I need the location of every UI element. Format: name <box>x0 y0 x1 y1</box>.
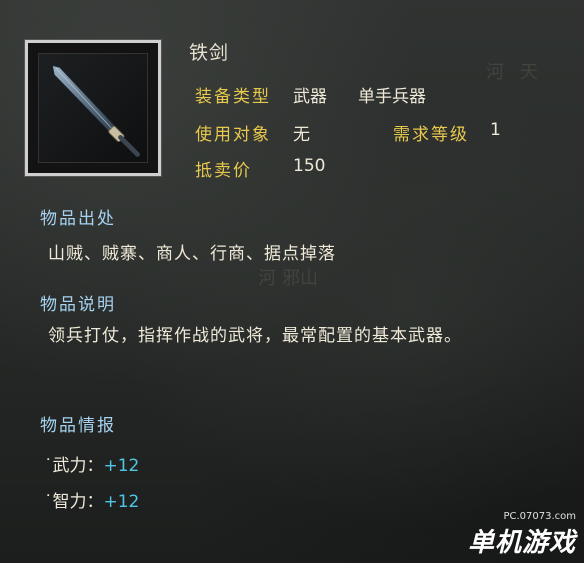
iron-sword-icon <box>51 64 140 157</box>
source-text: 山贼、贼寨、商人、行商、据点掉落 <box>48 244 336 264</box>
target-value-wrap: 无 <box>293 120 310 145</box>
equip-type-row: 装备类型 <box>195 82 271 107</box>
description-heading: 物品说明 <box>40 295 116 315</box>
level-value: 1 <box>490 120 501 140</box>
level-row: 需求等级 <box>393 120 469 145</box>
item-name: 铁剑 <box>189 42 230 64</box>
level-label: 需求等级 <box>393 125 469 145</box>
target-value: 无 <box>293 125 310 145</box>
stat-row-force: ˙武力：+12 <box>44 451 139 476</box>
equip-type-label: 装备类型 <box>195 87 271 107</box>
source-heading: 物品出处 <box>40 209 116 229</box>
price-value: 150 <box>293 156 326 176</box>
stat-name: ˙智力： <box>44 492 104 512</box>
target-label: 使用对象 <box>195 125 271 145</box>
watermark-url: PC.07073.com <box>503 511 576 522</box>
map-place-mark: 河 <box>258 268 276 289</box>
map-place-mark: 邪山 <box>282 268 318 289</box>
map-place-mark: 河 <box>486 62 504 83</box>
price-label: 抵卖价 <box>195 161 252 181</box>
stat-value: +12 <box>103 492 140 512</box>
map-place-mark: 天 <box>520 62 538 83</box>
price-value-wrap: 150 <box>293 156 325 176</box>
level-value-wrap: 1 <box>490 120 501 140</box>
watermark-name: 单机游戏 <box>467 528 576 558</box>
item-icon-slot <box>38 53 148 163</box>
equip-type-value-sub: 单手兵器 <box>358 87 426 107</box>
equip-type-value-main: 武器 <box>293 87 327 107</box>
equip-type-value: 武器 <box>293 82 327 107</box>
info-heading: 物品情报 <box>40 416 116 436</box>
equip-subtype-value: 单手兵器 <box>358 82 426 107</box>
item-icon-frame <box>25 40 161 176</box>
description-text: 领兵打仗，指挥作战的武将，最常配置的基本武器。 <box>48 326 462 346</box>
target-row: 使用对象 <box>195 120 271 145</box>
price-row: 抵卖价 <box>195 156 252 181</box>
stat-name: ˙武力： <box>44 456 104 476</box>
site-watermark: PC.07073.com 单机游戏 <box>468 511 576 559</box>
stat-row-intellect: ˙智力：+12 <box>44 487 139 512</box>
stat-value: +12 <box>103 456 140 476</box>
